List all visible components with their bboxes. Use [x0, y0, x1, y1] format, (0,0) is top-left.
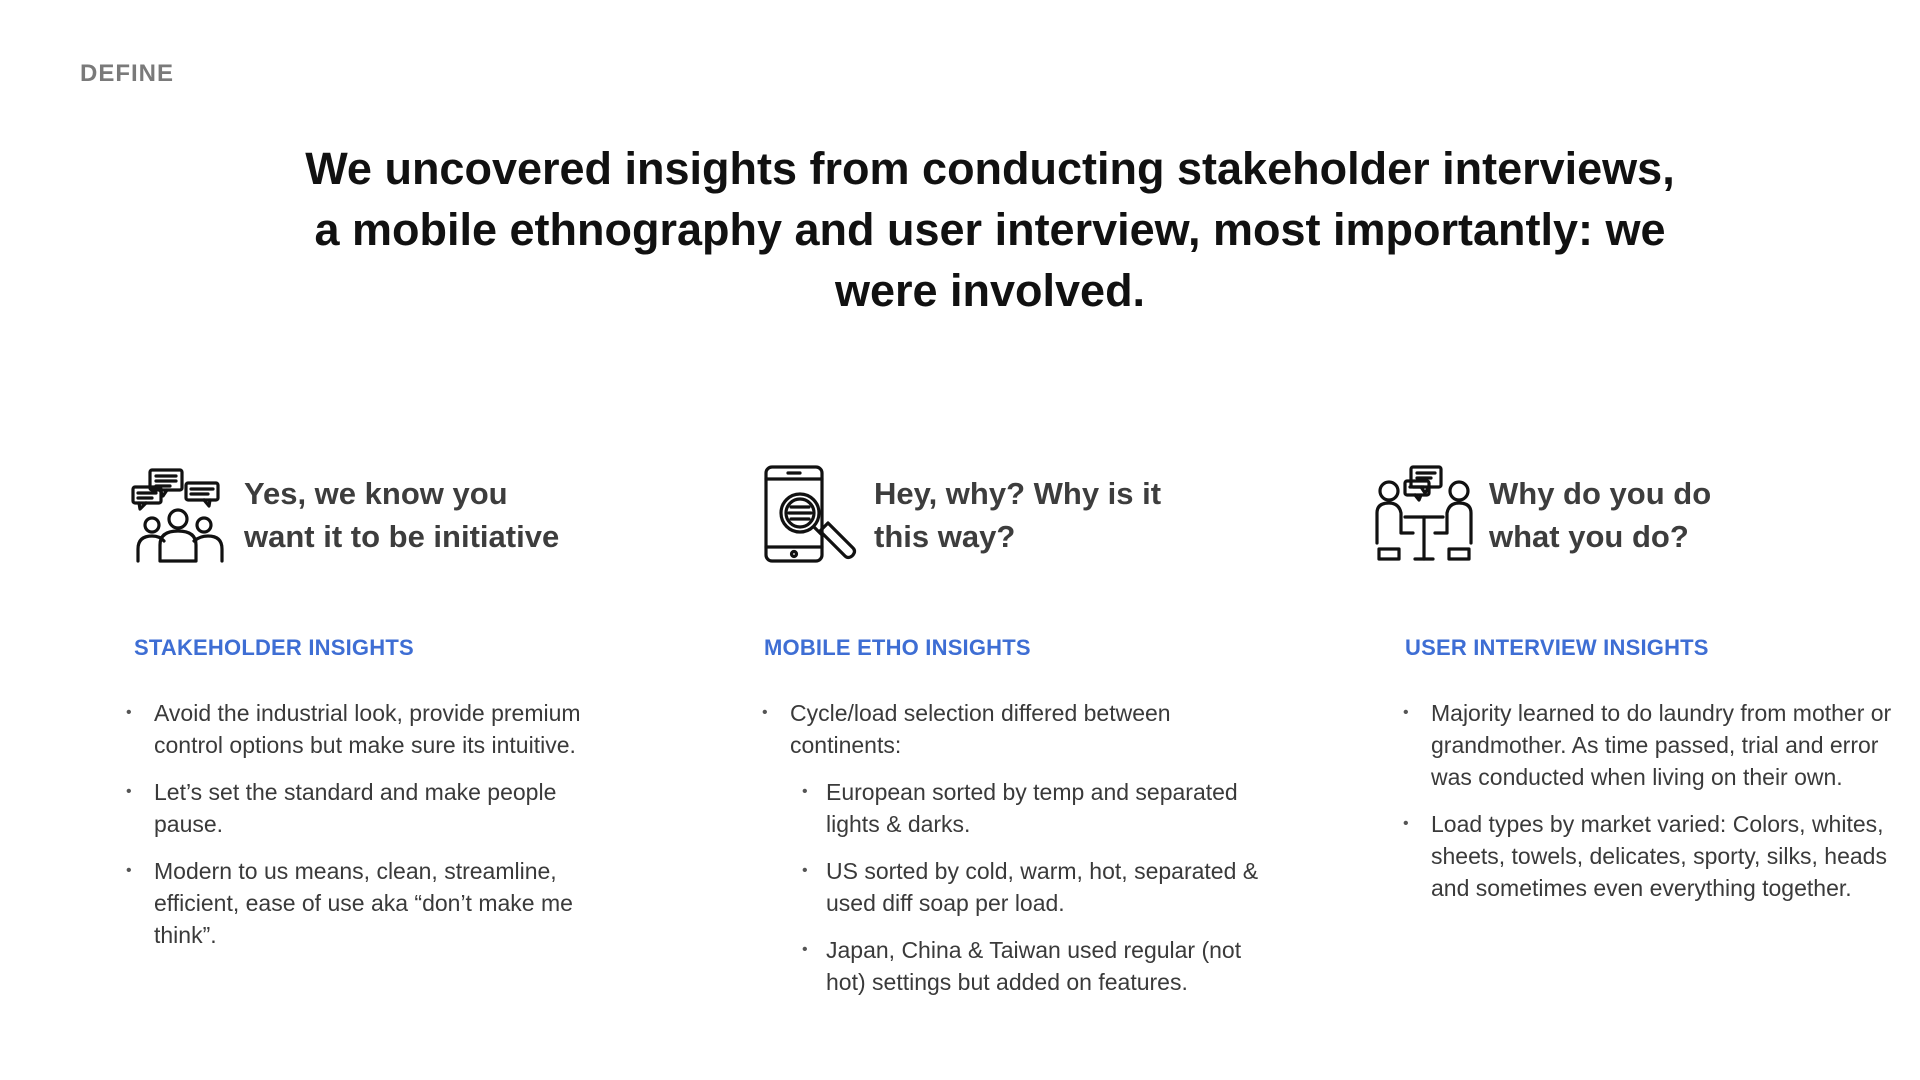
- group-chat-icon: [130, 465, 230, 565]
- mobile-etho-card-title: Hey, why? Why is it this way?: [874, 476, 1162, 554]
- mobile-search-icon: [760, 465, 860, 565]
- sub-list-item: US sorted by cold, warm, hot, separated …: [802, 855, 1280, 919]
- mobile-etho-insights-label: MOBILE ETHO INSIGHTS: [764, 635, 1031, 660]
- interview-icon: [1375, 465, 1475, 565]
- stakeholder-insights-list: Avoid the industrial look, provide premi…: [126, 697, 610, 951]
- stakeholder-column: Yes, we know you want it to be initiativ…: [126, 465, 610, 966]
- sub-list: European sorted by temp and separated li…: [790, 776, 1280, 998]
- stakeholder-card-title: Yes, we know you want it to be initiativ…: [244, 476, 560, 554]
- list-item: Majority learned to do laundry from moth…: [1403, 697, 1895, 793]
- sub-list-item: European sorted by temp and separated li…: [802, 776, 1280, 840]
- sub-list-item: Japan, China & Taiwan used regular (not …: [802, 934, 1280, 998]
- user-interview-insights-label: USER INTERVIEW INSIGHTS: [1405, 635, 1709, 660]
- user-interview-card-header: Why do you do what you do?: [1375, 465, 1895, 565]
- list-item: Avoid the industrial look, provide premi…: [126, 697, 610, 761]
- user-interview-column: Why do you do what you do? USER INTERVIE…: [1375, 465, 1895, 919]
- list-item: Load types by market varied: Colors, whi…: [1403, 808, 1895, 904]
- list-item: Cycle/load selection differed between co…: [762, 697, 1280, 998]
- stakeholder-card-header: Yes, we know you want it to be initiativ…: [130, 465, 610, 565]
- section-label: DEFINE: [80, 60, 175, 87]
- page-headline: We uncovered insights from conducting st…: [305, 143, 1675, 316]
- mobile-etho-card-header: Hey, why? Why is it this way?: [760, 465, 1280, 565]
- list-item-text: Cycle/load selection differed between co…: [790, 700, 1171, 758]
- mobile-etho-insights-list: Cycle/load selection differed between co…: [762, 697, 1280, 998]
- user-interview-card-title: Why do you do what you do?: [1489, 476, 1712, 554]
- mobile-etho-column: Hey, why? Why is it this way? MOBILE ETH…: [760, 465, 1280, 1013]
- list-item: Let’s set the standard and make people p…: [126, 776, 610, 840]
- stakeholder-insights-label: STAKEHOLDER INSIGHTS: [134, 635, 414, 660]
- user-interview-insights-list: Majority learned to do laundry from moth…: [1403, 697, 1895, 904]
- list-item: Modern to us means, clean, streamline, e…: [126, 855, 610, 951]
